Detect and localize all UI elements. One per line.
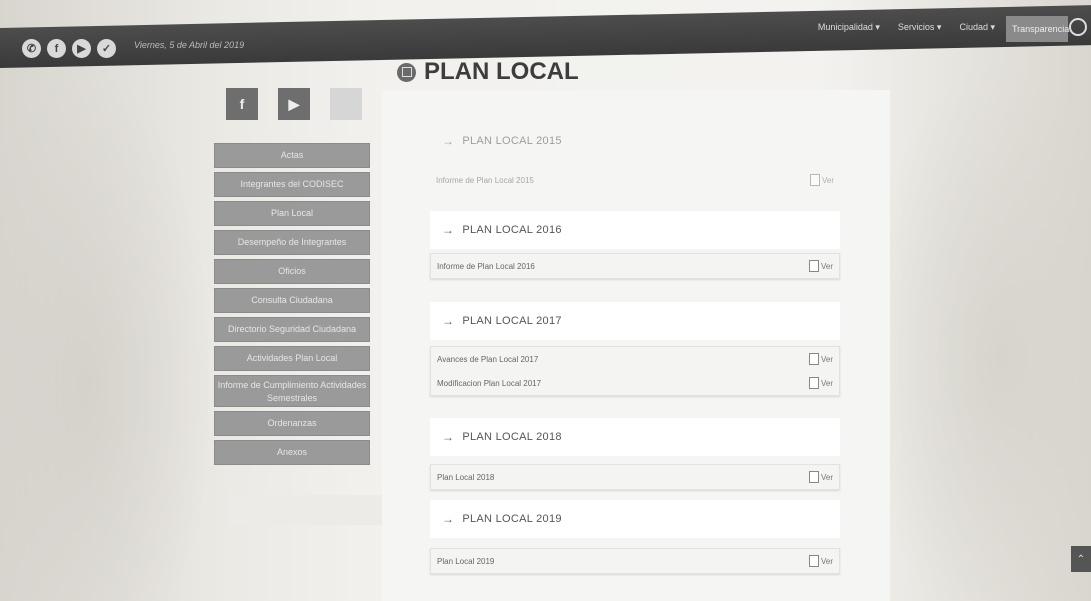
section-title: PLAN LOCAL 2018	[462, 431, 562, 443]
section-rows: Plan Local 2019 Ver	[430, 548, 840, 574]
ver-label: Ver	[820, 261, 833, 271]
pdf-icon	[808, 555, 819, 567]
document-label: Avances de Plan Local 2017	[437, 354, 539, 364]
section-plan-local-2016: → PLAN LOCAL 2016 Informe de Plan Local …	[430, 211, 840, 279]
list-item: Avances de Plan Local 2017 Ver	[431, 347, 839, 371]
ver-link[interactable]: Ver	[808, 555, 833, 567]
document-icon	[397, 62, 416, 82]
section-rows: Avances de Plan Local 2017 Ver Modificac…	[430, 346, 840, 396]
section-title: PLAN LOCAL 2016	[462, 224, 562, 236]
chevron-up-icon: ⌃	[1076, 553, 1086, 565]
sidebar-item-desempeno[interactable]: Desempeño de Integrantes	[214, 230, 370, 255]
top-social-links: ✆ f ▶ ✓	[22, 39, 116, 58]
facebook-icon[interactable]: f	[47, 39, 66, 58]
current-date: Viernes, 5 de Abril del 2019	[134, 40, 245, 50]
pdf-icon	[808, 471, 819, 483]
section-header: → PLAN LOCAL 2015	[430, 122, 840, 160]
background-illustration-left	[0, 60, 215, 601]
nav-municipalidad[interactable]: Municipalidad ▾	[818, 22, 880, 33]
section-plan-local-2019: → PLAN LOCAL 2019 Plan Local 2019 Ver	[430, 500, 840, 574]
whatsapp-icon[interactable]: ✆	[22, 39, 41, 58]
sidebar-item-actividades[interactable]: Actividades Plan Local	[214, 346, 370, 371]
ver-link[interactable]: Ver	[808, 471, 833, 483]
sidebar-item-plan-local[interactable]: Plan Local	[214, 201, 370, 226]
twitter-icon[interactable]: ✓	[97, 39, 116, 58]
pdf-icon	[808, 260, 819, 272]
list-item: Informe de Plan Local 2016 Ver	[431, 254, 839, 278]
section-header: → PLAN LOCAL 2018	[430, 418, 840, 456]
nav-transparencia[interactable]: Transparencia	[1006, 16, 1069, 42]
ver-label: Ver	[820, 472, 833, 482]
youtube-icon[interactable]: ▶	[72, 39, 91, 58]
ver-link[interactable]: Ver	[809, 174, 834, 186]
section-title: PLAN LOCAL 2017	[462, 315, 562, 327]
document-label: Informe de Plan Local 2016	[437, 261, 535, 271]
pdf-icon	[808, 377, 819, 389]
sidebar-bottom-panel	[228, 495, 382, 525]
list-item: Informe de Plan Local 2015 Ver	[430, 168, 840, 192]
facebook-icon[interactable]: f	[226, 88, 258, 120]
arrow-right-icon: →	[442, 134, 455, 148]
background-illustration-right	[861, 60, 1091, 601]
ver-link[interactable]: Ver	[808, 377, 833, 389]
sidebar-item-directorio[interactable]: Directorio Seguridad Ciudadana	[214, 317, 370, 342]
arrow-right-icon: →	[442, 512, 455, 526]
section-rows: Informe de Plan Local 2016 Ver	[430, 253, 840, 279]
search-button[interactable]	[1067, 14, 1089, 40]
pdf-icon	[809, 174, 820, 186]
ver-label: Ver	[820, 378, 833, 388]
arrow-right-icon: →	[442, 223, 455, 237]
ver-label: Ver	[820, 354, 833, 364]
ver-label: Ver	[821, 175, 834, 185]
sidebar-item-integrantes[interactable]: Integrantes del CODISEC	[214, 172, 370, 197]
list-item: Plan Local 2018 Ver	[431, 465, 839, 489]
sidebar-social-links: f ▶	[226, 88, 362, 120]
sidebar-item-informe-cumplimiento[interactable]: Informe de Cumplimiento Actividades Seme…	[214, 375, 370, 407]
pdf-icon	[808, 353, 819, 365]
ver-link[interactable]: Ver	[808, 353, 833, 365]
ver-label: Ver	[820, 556, 833, 566]
twitter-icon[interactable]	[330, 88, 362, 120]
document-label: Plan Local 2019	[437, 556, 495, 566]
arrow-right-icon: →	[442, 314, 455, 328]
sidebar-item-consulta[interactable]: Consulta Ciudadana	[214, 288, 370, 313]
arrow-right-icon: →	[442, 430, 455, 444]
main-nav: Municipalidad ▾ Servicios ▾ Ciudad ▾	[818, 22, 995, 33]
sidebar-menu: Actas Integrantes del CODISEC Plan Local…	[214, 143, 370, 469]
sidebar-item-anexos[interactable]: Anexos	[214, 440, 370, 465]
sidebar-item-ordenanzas[interactable]: Ordenanzas	[214, 411, 370, 436]
section-header: → PLAN LOCAL 2016	[430, 211, 840, 249]
section-header: → PLAN LOCAL 2019	[430, 500, 840, 538]
section-rows: Plan Local 2018 Ver	[430, 464, 840, 490]
nav-ciudad[interactable]: Ciudad ▾	[959, 22, 995, 33]
section-rows: Informe de Plan Local 2015 Ver	[430, 168, 840, 192]
youtube-icon[interactable]: ▶	[278, 88, 310, 120]
page-header: PLAN LOCAL	[397, 58, 579, 86]
section-plan-local-2015: → PLAN LOCAL 2015 Informe de Plan Local …	[430, 122, 840, 192]
scroll-to-top-button[interactable]: ⌃	[1071, 546, 1091, 572]
sidebar-item-actas[interactable]: Actas	[214, 143, 370, 168]
document-label: Modificacion Plan Local 2017	[437, 378, 542, 388]
list-item: Modificacion Plan Local 2017 Ver	[431, 371, 839, 395]
document-label: Informe de Plan Local 2015	[436, 175, 534, 185]
sidebar-item-oficios[interactable]: Oficios	[214, 259, 370, 284]
section-header: → PLAN LOCAL 2017	[430, 302, 840, 340]
list-item: Plan Local 2019 Ver	[431, 549, 839, 573]
section-plan-local-2018: → PLAN LOCAL 2018 Plan Local 2018 Ver	[430, 418, 840, 490]
page-title: PLAN LOCAL	[424, 58, 579, 85]
section-title: PLAN LOCAL 2019	[462, 513, 562, 525]
ver-link[interactable]: Ver	[808, 260, 833, 272]
section-plan-local-2017: → PLAN LOCAL 2017 Avances de Plan Local …	[430, 302, 840, 396]
nav-servicios[interactable]: Servicios ▾	[898, 22, 942, 33]
search-icon	[1069, 18, 1087, 36]
document-label: Plan Local 2018	[437, 472, 495, 482]
section-title: PLAN LOCAL 2015	[462, 135, 562, 147]
